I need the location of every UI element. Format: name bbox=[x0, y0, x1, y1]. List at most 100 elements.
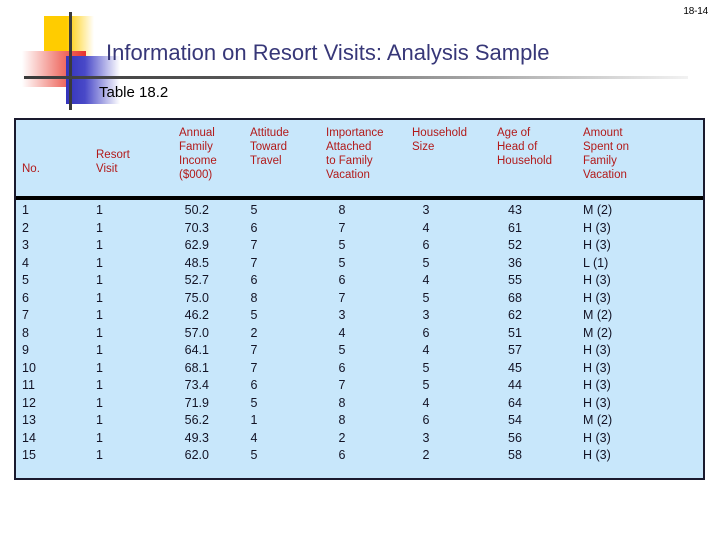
table-cell: 4 bbox=[422, 395, 430, 410]
table-row: 14 1 49.3 4 2 3 56 H (3) bbox=[16, 430, 703, 448]
table-cell: M (2) bbox=[583, 413, 613, 427]
table-cell: 49.3 bbox=[184, 430, 209, 445]
table-cell: 1 bbox=[96, 343, 103, 357]
table-cell: 8 bbox=[338, 395, 346, 410]
table-cell: 5 bbox=[338, 255, 346, 270]
table-cell: 1 bbox=[96, 238, 103, 252]
column-header-annual-family-income: Annual Family Income ($000) bbox=[179, 127, 217, 181]
table-cell: 4 bbox=[338, 325, 346, 340]
resort-visits-table: No. Resort Visit Annual Family Income ($… bbox=[14, 118, 705, 480]
table-cell: 10 bbox=[22, 360, 36, 375]
table-cell: H (3) bbox=[583, 238, 611, 252]
table-cell: L (1) bbox=[583, 255, 609, 270]
column-header-importance-family-vacation: Importance Attached to Family Vacation bbox=[326, 127, 384, 181]
table-cell: 1 bbox=[96, 255, 103, 270]
table-cell: H (3) bbox=[583, 343, 611, 357]
table-cell: 62.0 bbox=[184, 448, 209, 462]
table-cell: 6 bbox=[338, 360, 346, 375]
table-cell: 6 bbox=[250, 220, 258, 235]
table-cell: 61 bbox=[508, 220, 522, 235]
table-cell: 62 bbox=[508, 308, 522, 322]
table-cell: 43 bbox=[508, 203, 522, 217]
table-cell: 4 bbox=[422, 273, 430, 287]
table-cell: 15 bbox=[22, 448, 36, 462]
table-cell: 73.4 bbox=[184, 378, 209, 392]
table-cell: 6 bbox=[422, 325, 430, 340]
table-row: 1 1 50.2 5 8 3 43 M (2) bbox=[16, 202, 703, 220]
table-cell: 1 bbox=[96, 220, 103, 235]
table-cell: 5 bbox=[250, 308, 258, 322]
table-cell: 75.0 bbox=[184, 290, 209, 305]
table-row: 3 1 62.9 7 5 6 52 H (3) bbox=[16, 237, 703, 255]
table-cell: 48.5 bbox=[184, 255, 209, 270]
table-cell: 5 bbox=[422, 360, 430, 375]
table-cell: 50.2 bbox=[184, 203, 209, 217]
table-caption: Table 18.2 bbox=[99, 84, 169, 101]
table-cell: H (3) bbox=[583, 395, 611, 410]
table-row: 5 1 52.7 6 6 4 55 H (3) bbox=[16, 272, 703, 290]
table-cell: M (2) bbox=[583, 308, 613, 322]
table-cell: 6 bbox=[22, 290, 29, 305]
table-cell: 4 bbox=[422, 343, 430, 357]
table-cell: 62.9 bbox=[184, 238, 209, 252]
table-cell: 54 bbox=[508, 413, 522, 427]
table-cell: 64 bbox=[508, 395, 522, 410]
table-cell: 1 bbox=[22, 203, 29, 217]
column-header-age-of-head-of-household: Age of Head of Household bbox=[497, 127, 552, 167]
column-header-amount-spent-family-vacation: Amount Spent on Family Vacation bbox=[583, 127, 630, 181]
table-cell: 52 bbox=[508, 238, 522, 252]
table-cell: H (3) bbox=[583, 273, 611, 287]
table-cell: 55 bbox=[508, 273, 522, 287]
table-row: 6 1 75.0 8 7 5 68 H (3) bbox=[16, 290, 703, 308]
table-cell: 3 bbox=[422, 203, 430, 217]
table-cell: 45 bbox=[508, 360, 522, 375]
table-cell: 1 bbox=[250, 413, 258, 427]
table-cell: H (3) bbox=[583, 360, 611, 375]
table-cell: 1 bbox=[96, 448, 103, 462]
table-cell: 5 bbox=[250, 203, 258, 217]
table-cell: 3 bbox=[22, 238, 29, 252]
column-header-household-size: Household Size bbox=[412, 127, 467, 153]
table-cell: 36 bbox=[508, 255, 522, 270]
page-title: Information on Resort Visits: Analysis S… bbox=[106, 40, 550, 65]
table-cell: 68.1 bbox=[184, 360, 209, 375]
table-cell: 1 bbox=[96, 395, 103, 410]
column-header-attitude-toward-travel: Attitude Toward Travel bbox=[250, 127, 289, 167]
vertical-rule-icon bbox=[69, 12, 72, 110]
horizontal-rule bbox=[24, 76, 688, 79]
table-cell: 64.1 bbox=[184, 343, 209, 357]
table-cell: 3 bbox=[422, 308, 430, 322]
table-cell: 2 bbox=[422, 448, 430, 462]
table-cell: 70.3 bbox=[184, 220, 209, 235]
table-cell: 1 bbox=[96, 273, 103, 287]
table-cell: 5 bbox=[338, 343, 346, 357]
table-cell: 7 bbox=[250, 343, 258, 357]
table-cell: 5 bbox=[22, 273, 29, 287]
table-cell: 57.0 bbox=[184, 325, 209, 340]
table-cell: 8 bbox=[338, 413, 346, 427]
table-cell: 1 bbox=[96, 308, 103, 322]
column-header-no: No. bbox=[22, 163, 40, 175]
table-cell: 1 bbox=[96, 290, 103, 305]
page-number: 18-14 bbox=[683, 6, 708, 17]
table-cell: 7 bbox=[250, 255, 258, 270]
table-cell: 5 bbox=[250, 448, 258, 462]
table-cell: 3 bbox=[338, 308, 346, 322]
table-cell: 7 bbox=[338, 220, 346, 235]
table-cell: 7 bbox=[338, 378, 346, 392]
table-cell: 7 bbox=[22, 308, 29, 322]
table-cell: 44 bbox=[508, 378, 522, 392]
table-cell: 1 bbox=[96, 378, 103, 392]
table-row: 13 1 56.2 1 8 6 54 M (2) bbox=[16, 412, 703, 430]
table-row: 4 1 48.5 7 5 5 36 L (1) bbox=[16, 255, 703, 273]
table-cell: 9 bbox=[22, 343, 29, 357]
table-row: 12 1 71.9 5 8 4 64 H (3) bbox=[16, 395, 703, 413]
table-cell: 6 bbox=[422, 238, 430, 252]
table-cell: 5 bbox=[422, 378, 430, 392]
table-cell: 1 bbox=[96, 430, 103, 445]
table-row: 11 1 73.4 6 7 5 44 H (3) bbox=[16, 377, 703, 395]
table-cell: 2 bbox=[250, 325, 258, 340]
table-cell: 51 bbox=[508, 325, 522, 340]
table-cell: 58 bbox=[508, 448, 522, 462]
table-cell: 13 bbox=[22, 413, 36, 427]
